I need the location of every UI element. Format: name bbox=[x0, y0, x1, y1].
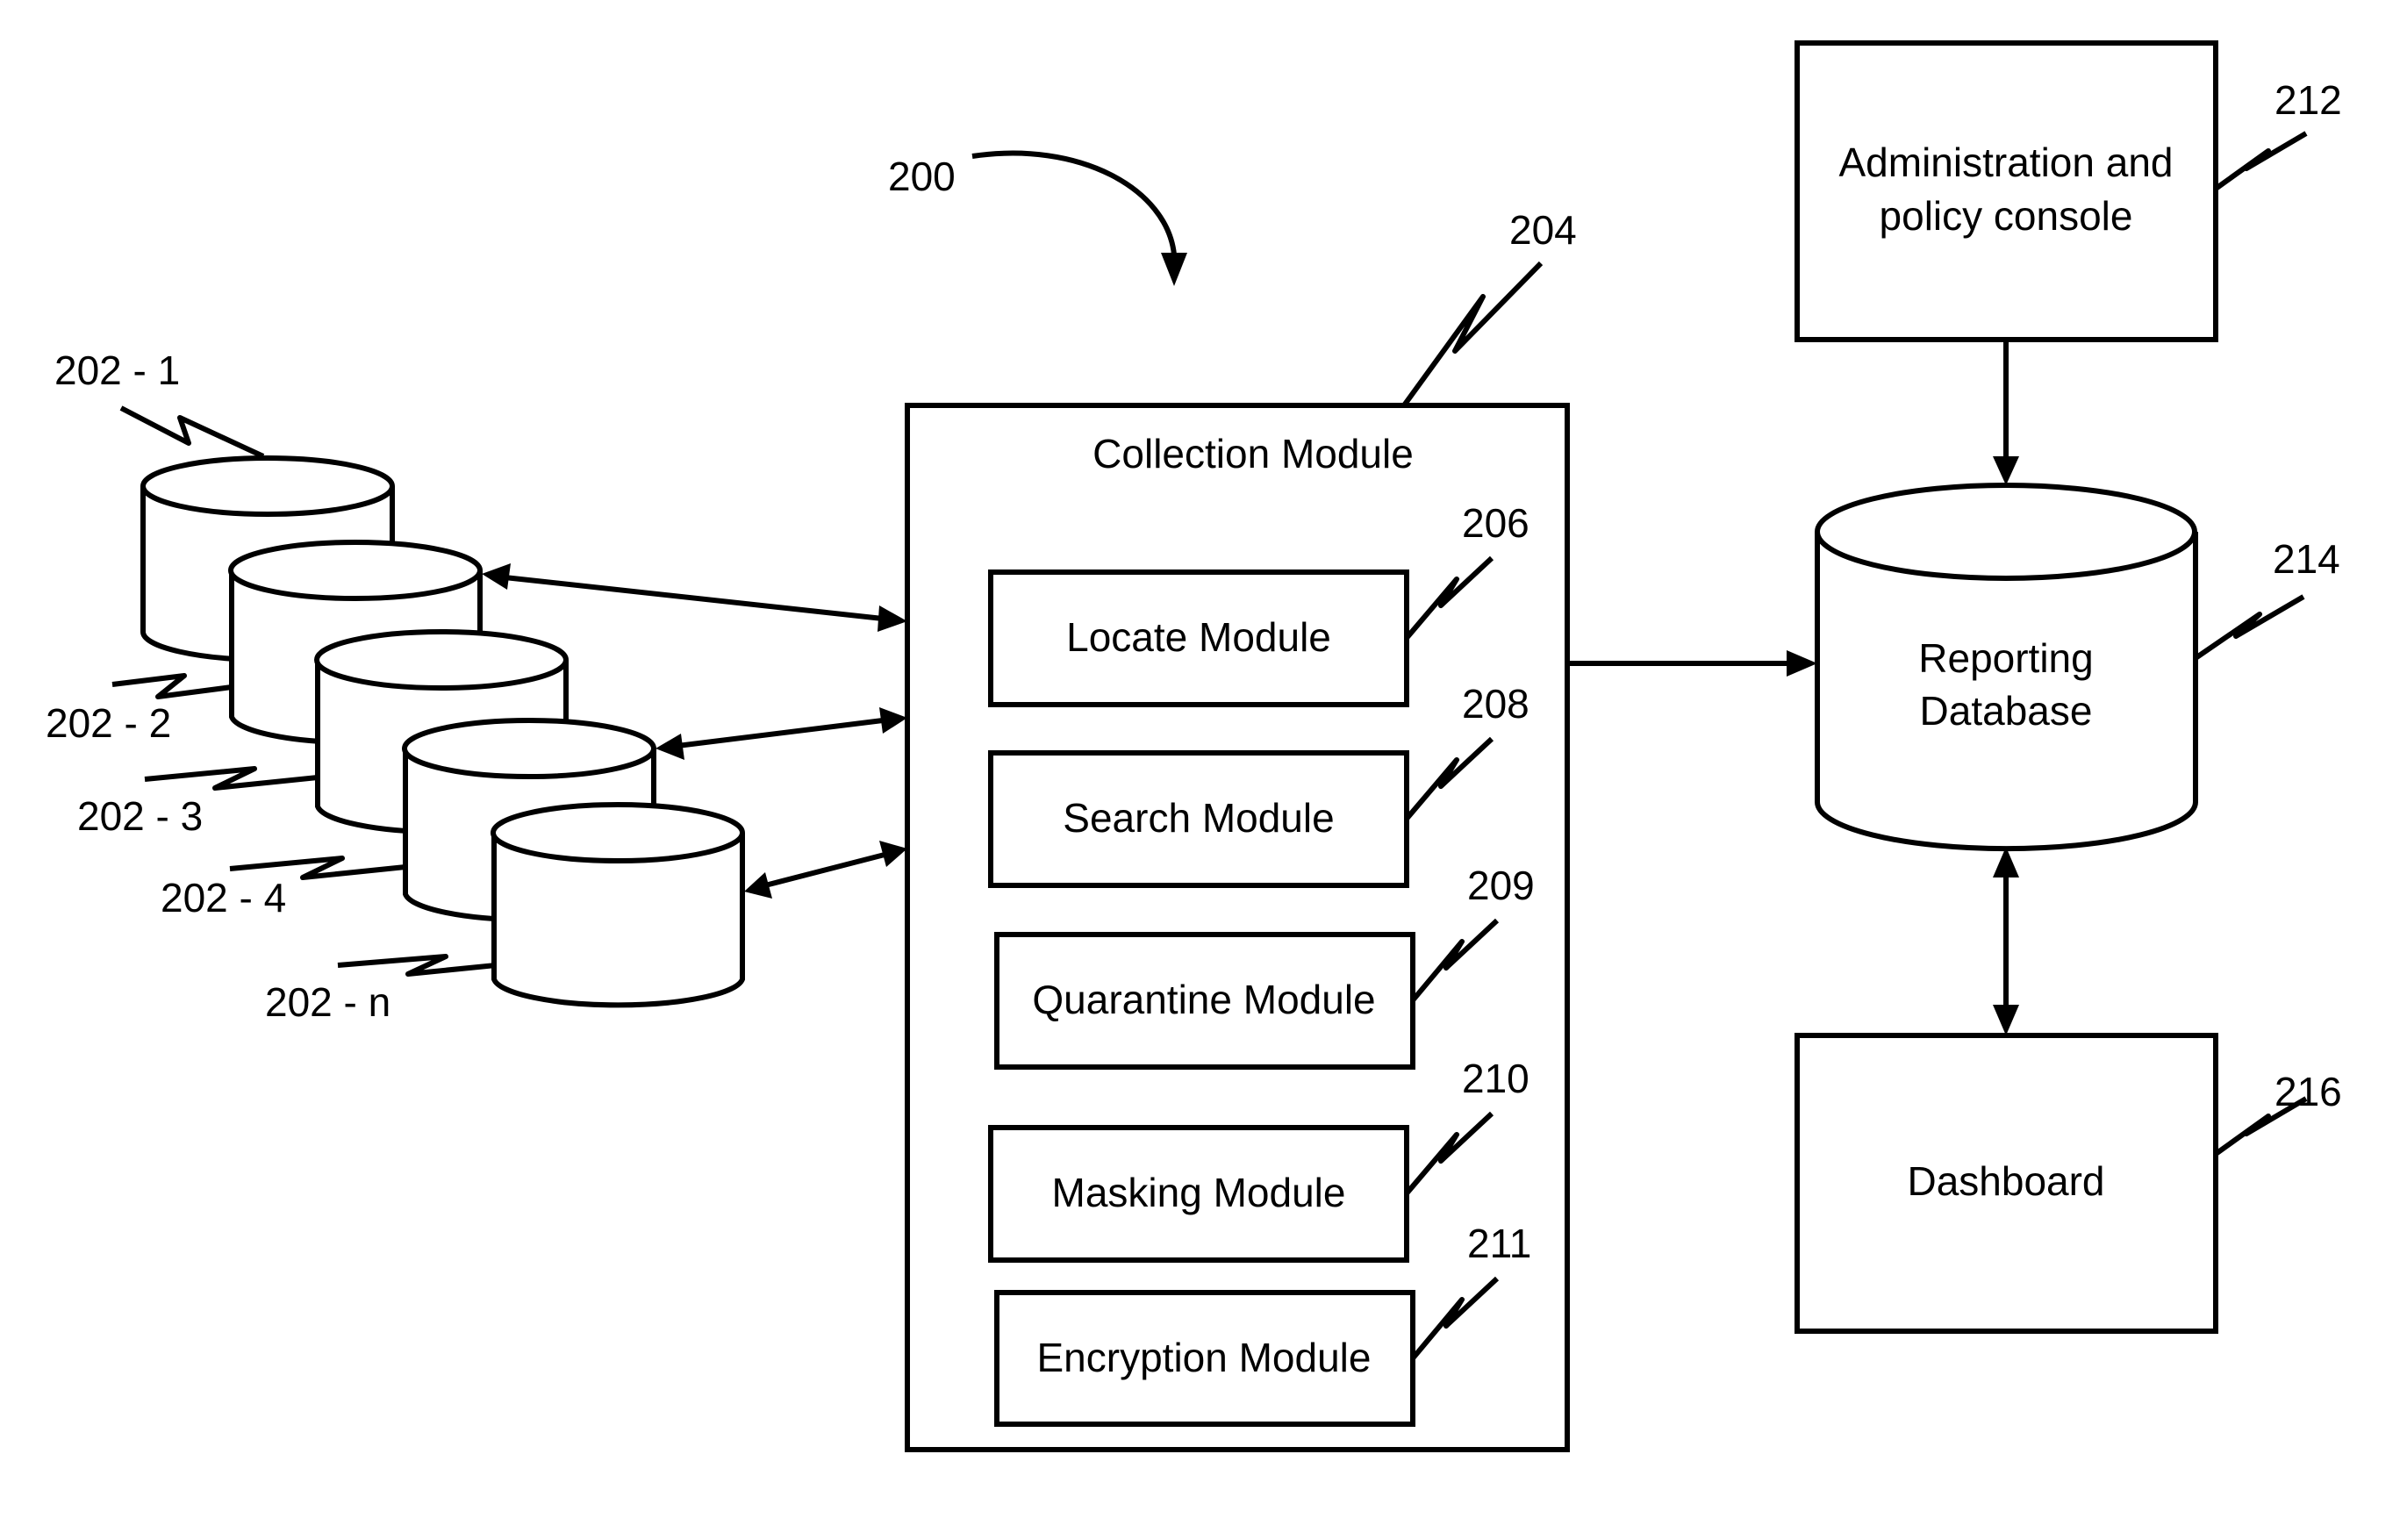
collection-to-database-connector bbox=[1567, 650, 1817, 677]
data-source-ref-label: 202 - 4 bbox=[161, 875, 286, 920]
admin-console-label-line2: policy console bbox=[1880, 193, 2133, 239]
reporting-database-ref: 214 bbox=[2273, 536, 2340, 582]
admin-console[interactable]: Administration and policy console 212 bbox=[1795, 40, 2342, 342]
admin-console-box[interactable] bbox=[1795, 40, 2218, 342]
admin-to-database-connector bbox=[1993, 340, 2019, 485]
data-source-ref-label: 202 - n bbox=[265, 979, 390, 1025]
connector-line bbox=[764, 852, 885, 888]
dashboard-ref: 216 bbox=[2274, 1069, 2342, 1114]
database-dashboard-connector bbox=[1993, 847, 2019, 1035]
collection-module[interactable]: Collection Module 204 Locate Module 206 … bbox=[905, 207, 1577, 1452]
arrowhead-icon bbox=[655, 734, 684, 760]
arrowhead-icon bbox=[1993, 1005, 2019, 1035]
figure-curved-arrow bbox=[971, 150, 1177, 255]
arrowhead-icon bbox=[879, 707, 907, 734]
collection-module-ref: 204 bbox=[1509, 207, 1577, 253]
admin-console-ref: 212 bbox=[2274, 77, 2342, 123]
leader-line bbox=[2194, 594, 2305, 661]
search-module-label: Search Module bbox=[1063, 795, 1334, 841]
leader-line bbox=[111, 673, 233, 699]
data-source-ref-label: 202 - 1 bbox=[54, 347, 180, 393]
leader-line bbox=[2214, 131, 2308, 191]
figure-ref-label: 200 bbox=[888, 154, 956, 199]
reporting-database-label-line1: Reporting bbox=[1918, 635, 2093, 681]
reporting-database-label-line2: Database bbox=[1920, 688, 2093, 734]
connector-line bbox=[504, 575, 884, 621]
data-source-ref-label: 202 - 3 bbox=[77, 793, 203, 839]
dashboard[interactable]: Dashboard 216 bbox=[1795, 1033, 2342, 1334]
encryption-module-ref: 211 bbox=[1467, 1221, 1531, 1266]
reporting-database[interactable]: Reporting Database 214 bbox=[1815, 483, 2340, 852]
database-top bbox=[1815, 483, 2197, 581]
leader-line bbox=[119, 405, 265, 459]
figure-arrowhead-icon bbox=[1161, 253, 1187, 286]
search-module-ref: 208 bbox=[1462, 681, 1529, 727]
arrowhead-icon bbox=[482, 563, 511, 590]
figure-reference: 200 bbox=[888, 150, 1187, 286]
data-sources bbox=[140, 455, 745, 1008]
admin-console-label-line1: Administration and bbox=[1839, 140, 2174, 185]
connector-line bbox=[677, 718, 884, 749]
arrowhead-icon bbox=[744, 872, 772, 899]
arrowhead-icon bbox=[1787, 650, 1817, 677]
leader-line bbox=[337, 954, 497, 977]
system-diagram: 200 202 - 1 202 - 2 202 - 3 202 - 4 202 … bbox=[46, 40, 2342, 1452]
dashboard-label: Dashboard bbox=[1907, 1158, 2104, 1204]
arrowhead-icon bbox=[878, 605, 907, 632]
quarantine-module-label: Quarantine Module bbox=[1032, 977, 1375, 1022]
arrowhead-icon bbox=[1993, 456, 2019, 485]
encryption-module-label: Encryption Module bbox=[1037, 1335, 1372, 1380]
locate-module-ref: 206 bbox=[1462, 500, 1529, 546]
data-source-ref-label: 202 - 2 bbox=[46, 700, 171, 746]
quarantine-module-ref: 209 bbox=[1467, 863, 1535, 908]
arrowhead-icon bbox=[879, 841, 907, 867]
masking-module-label: Masking Module bbox=[1052, 1170, 1346, 1215]
locate-module-label: Locate Module bbox=[1066, 614, 1331, 660]
masking-module-ref: 210 bbox=[1462, 1056, 1529, 1101]
data-source-cylinder[interactable] bbox=[491, 802, 745, 1008]
leader-line bbox=[144, 766, 319, 791]
arrowhead-icon bbox=[1993, 847, 2019, 877]
leader-line bbox=[1401, 261, 1544, 407]
collection-module-title: Collection Module bbox=[1092, 431, 1414, 476]
